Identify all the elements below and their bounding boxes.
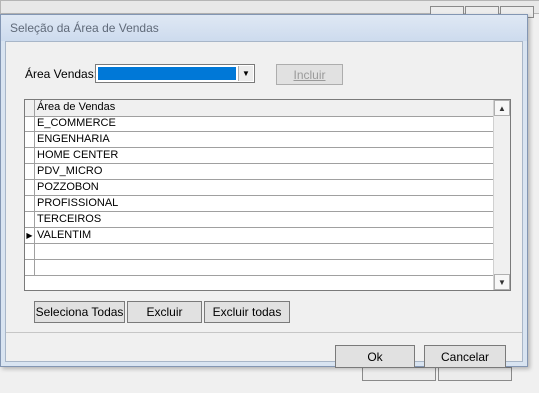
ok-label: Ok — [367, 349, 383, 364]
area-cell: PDV_MICRO — [37, 165, 103, 177]
column-header-area-vendas[interactable]: Área de Vendas — [37, 101, 115, 113]
area-cell: E_COMMERCE — [37, 117, 116, 129]
seleciona-todas-label: Seleciona Todas — [35, 305, 124, 319]
table-row[interactable]: E_COMMERCE — [25, 116, 494, 132]
table-row[interactable]: HOME CENTER — [25, 148, 494, 164]
table-row[interactable]: ▶ VALENTIM — [25, 228, 494, 244]
seleciona-todas-button[interactable]: Seleciona Todas — [34, 301, 125, 323]
cancelar-label: Cancelar — [440, 349, 490, 364]
area-vendas-label: Área Vendas: — [25, 67, 98, 81]
table-row[interactable] — [25, 244, 494, 260]
area-cell: TERCEIROS — [37, 213, 102, 225]
grid-vertical-scrollbar[interactable]: ▲ ▼ — [493, 100, 510, 290]
row-indicator — [25, 196, 35, 211]
incluir-button[interactable]: Incluir — [276, 64, 343, 85]
dialog-titlebar: Seleção da Área de Vendas — [1, 15, 527, 41]
row-indicator — [25, 132, 35, 147]
table-row[interactable]: PROFISSIONAL — [25, 196, 494, 212]
row-indicator-header — [25, 100, 35, 116]
area-cell: VALENTIM — [37, 229, 92, 241]
combo-selected-value — [98, 67, 236, 80]
table-row[interactable]: ENGENHARIA — [25, 132, 494, 148]
incluir-button-label: Incluir — [293, 67, 326, 82]
area-cell: ENGENHARIA — [37, 133, 110, 145]
table-row[interactable]: TERCEIROS — [25, 212, 494, 228]
grid-header: Área de Vendas — [25, 100, 494, 117]
area-vendas-dialog: Seleção da Área de Vendas Área Vendas: ▼… — [0, 14, 528, 368]
table-row[interactable]: PDV_MICRO — [25, 164, 494, 180]
footer-separator — [6, 332, 522, 333]
area-cell: POZZOBON — [37, 181, 99, 193]
excluir-label: Excluir — [146, 305, 183, 319]
cancelar-button[interactable]: Cancelar — [424, 345, 506, 368]
scroll-up-icon[interactable]: ▲ — [494, 100, 510, 116]
background-button — [438, 367, 512, 381]
areas-grid[interactable]: Área de Vendas E_COMMERCE ENGENHARIA HOM… — [24, 99, 511, 291]
ok-button[interactable]: Ok — [335, 345, 415, 368]
excluir-button[interactable]: Excluir — [127, 301, 202, 323]
row-indicator — [25, 244, 35, 259]
current-row-arrow-icon: ▶ — [25, 228, 35, 243]
area-cell: PROFISSIONAL — [37, 197, 119, 209]
excluir-todas-label: Excluir todas — [212, 305, 282, 319]
dialog-client-area: Área Vendas: ▼ Incluir Área de Vendas E_… — [5, 41, 523, 368]
table-row[interactable]: POZZOBON — [25, 180, 494, 196]
table-row[interactable] — [25, 260, 494, 276]
row-indicator — [25, 180, 35, 195]
dialog-title: Seleção da Área de Vendas — [10, 21, 159, 35]
grid-rows: E_COMMERCE ENGENHARIA HOME CENTER PDV_MI… — [25, 116, 494, 276]
row-indicator — [25, 148, 35, 163]
row-indicator — [25, 116, 35, 131]
excluir-todas-button[interactable]: Excluir todas — [204, 301, 290, 323]
area-cell: HOME CENTER — [37, 149, 119, 161]
row-indicator — [25, 212, 35, 227]
area-vendas-combo[interactable]: ▼ — [95, 64, 255, 83]
chevron-down-icon[interactable]: ▼ — [238, 66, 253, 81]
row-indicator — [25, 260, 35, 275]
row-indicator — [25, 164, 35, 179]
background-button — [362, 367, 436, 381]
scroll-down-icon[interactable]: ▼ — [494, 274, 510, 290]
